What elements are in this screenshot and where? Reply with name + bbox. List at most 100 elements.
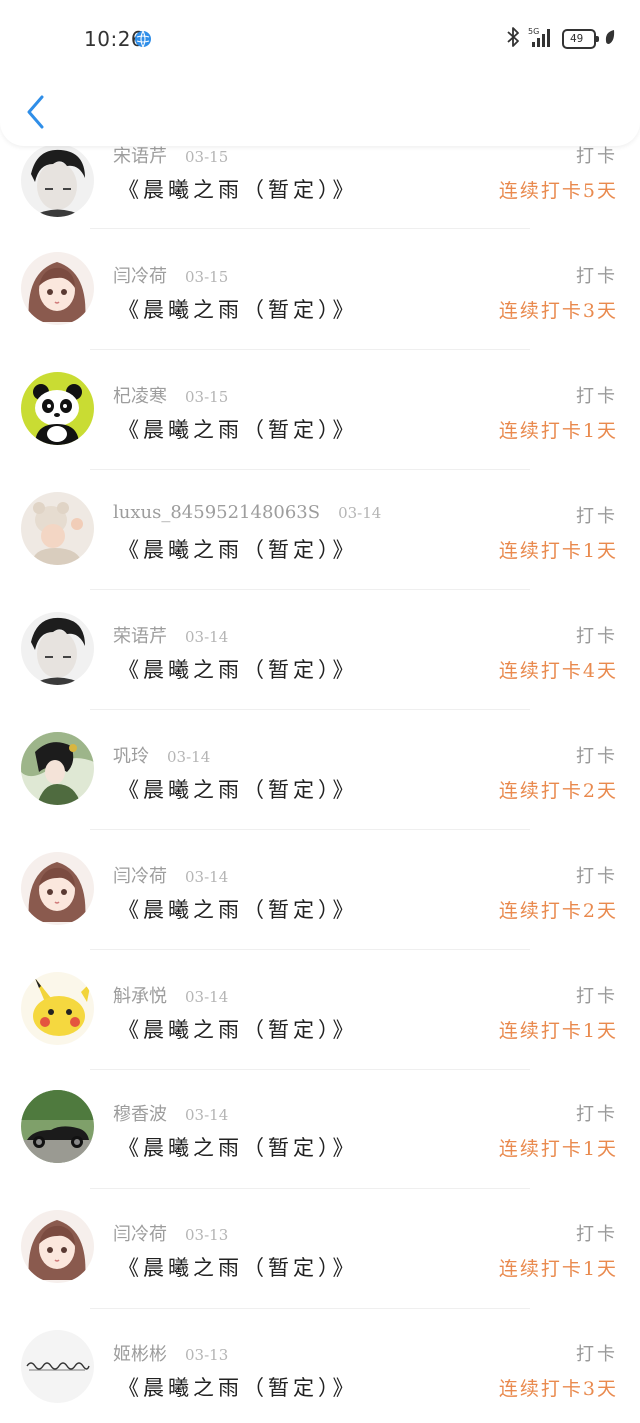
checkin-date: 03-14 [185,628,229,646]
divider [90,1308,530,1309]
list-item[interactable]: 斛承悦 03-14 《晨曦之雨（暂定）》 打卡 连续打卡1天 [0,952,640,1072]
list-item[interactable]: 荣语芹 03-14 《晨曦之雨（暂定）》 打卡 连续打卡4天 [0,592,640,712]
divider [90,1188,530,1189]
screen: 宋语芹 03-15 《晨曦之雨（暂定）》 打卡 连续打卡5天 闫冷荷 03-15… [0,0,640,1423]
divider [90,589,530,590]
username[interactable]: 姬彬彬 [113,1340,167,1366]
checkin-label: 打卡 [576,506,618,527]
avatar[interactable] [21,252,94,325]
network-label: 5G [528,27,539,36]
list-item[interactable]: 闫冷荷 03-14 《晨曦之雨（暂定）》 打卡 连续打卡2天 [0,832,640,952]
book-title[interactable]: 《晨曦之雨（暂定）》 [118,654,358,684]
list-item[interactable]: 姬彬彬 03-13 《晨曦之雨（暂定）》 打卡 连续打卡3天 [0,1312,640,1423]
book-title[interactable]: 《晨曦之雨（暂定）》 [118,1132,358,1162]
divider [90,949,530,950]
book-title[interactable]: 《晨曦之雨（暂定）》 [118,1372,358,1402]
username[interactable]: 杞凌寒 [113,382,167,408]
item-meta: 杞凌寒 03-15 [113,382,228,408]
book-title[interactable]: 《晨曦之雨（暂定）》 [118,774,358,804]
checkin-date: 03-15 [185,268,229,286]
checkin-date: 03-14 [185,988,229,1006]
divider [90,709,530,710]
item-meta: luxus_845952148063S 03-14 [113,502,381,523]
book-title[interactable]: 《晨曦之雨（暂定）》 [118,1014,358,1044]
book-title[interactable]: 《晨曦之雨（暂定）》 [118,534,358,564]
streak-text: 连续打卡3天 [498,1378,618,1400]
item-meta: 闫冷荷 03-14 [113,862,228,888]
checkin-date: 03-14 [185,1106,229,1124]
book-title[interactable]: 《晨曦之雨（暂定）》 [118,414,358,444]
avatar[interactable] [21,852,94,925]
checkin-date: 03-14 [185,868,229,886]
checkin-date: 03-15 [185,148,229,166]
checkin-date: 03-14 [338,504,382,522]
username[interactable]: 闫冷荷 [113,1220,167,1246]
list-item[interactable]: 巩玲 03-14 《晨曦之雨（暂定）》 打卡 连续打卡2天 [0,712,640,832]
leaf-icon [604,29,616,49]
username[interactable]: 闫冷荷 [113,262,167,288]
checkin-date: 03-15 [185,388,229,406]
avatar[interactable] [21,492,94,565]
list-item[interactable]: luxus_845952148063S 03-14 《晨曦之雨（暂定）》 打卡 … [0,472,640,592]
list-item[interactable]: 穆香波 03-14 《晨曦之雨（暂定）》 打卡 连续打卡1天 [0,1072,640,1192]
book-title[interactable]: 《晨曦之雨（暂定）》 [118,894,358,924]
status-bar: 10:26 5G 49 [0,0,640,78]
checkin-label: 打卡 [576,746,618,767]
checkin-date: 03-14 [167,748,211,766]
book-title[interactable]: 《晨曦之雨（暂定）》 [118,1252,358,1282]
streak-text: 连续打卡1天 [498,420,618,442]
list-item[interactable]: 闫冷荷 03-15 《晨曦之雨（暂定）》 打卡 连续打卡3天 [0,232,640,352]
avatar[interactable] [21,1090,94,1163]
streak-text: 连续打卡3天 [498,300,618,322]
item-meta: 闫冷荷 03-15 [113,262,228,288]
divider [90,1069,530,1070]
checkin-date: 03-13 [185,1226,229,1244]
checkin-label: 打卡 [576,1344,618,1365]
divider [90,349,530,350]
avatar[interactable] [21,732,94,805]
checkin-label: 打卡 [576,1224,618,1245]
streak-text: 连续打卡1天 [498,1020,618,1042]
username[interactable]: luxus_845952148063S [113,502,320,523]
avatar[interactable] [21,972,94,1045]
avatar[interactable] [21,612,94,685]
streak-text: 连续打卡1天 [498,1138,618,1160]
streak-text: 连续打卡2天 [498,900,618,922]
divider [90,228,530,229]
signal-icon: 5G [528,26,554,52]
avatar[interactable] [21,372,94,445]
avatar[interactable] [21,144,94,217]
username[interactable]: 斛承悦 [113,982,167,1008]
checkin-date: 03-13 [185,1346,229,1364]
bluetooth-icon [506,26,520,52]
checkin-label: 打卡 [576,626,618,647]
item-meta: 荣语芹 03-14 [113,622,228,648]
chevron-left-icon [27,95,44,129]
username[interactable]: 闫冷荷 [113,862,167,888]
streak-text: 连续打卡1天 [498,1258,618,1280]
checkin-label: 打卡 [576,866,618,887]
book-title[interactable]: 《晨曦之雨（暂定）》 [118,294,358,324]
checkin-label: 打卡 [576,266,618,287]
item-meta: 斛承悦 03-14 [113,982,228,1008]
checkin-label: 打卡 [576,1104,618,1125]
divider [90,829,530,830]
username[interactable]: 穆香波 [113,1100,167,1126]
globe-icon [134,30,152,48]
username[interactable]: 荣语芹 [113,622,167,648]
item-meta: 闫冷荷 03-13 [113,1220,228,1246]
avatar[interactable] [21,1330,94,1403]
book-title[interactable]: 《晨曦之雨（暂定）》 [118,174,358,204]
checkin-label: 打卡 [576,386,618,407]
streak-text: 连续打卡1天 [498,540,618,562]
streak-text: 连续打卡5天 [498,180,618,202]
back-button[interactable] [20,92,52,132]
streak-text: 连续打卡4天 [498,660,618,682]
checkin-label: 打卡 [576,986,618,1007]
list-item[interactable]: 杞凌寒 03-15 《晨曦之雨（暂定）》 打卡 连续打卡1天 [0,352,640,472]
divider [90,469,530,470]
username[interactable]: 巩玲 [113,742,149,768]
avatar[interactable] [21,1210,94,1283]
list-item[interactable]: 闫冷荷 03-13 《晨曦之雨（暂定）》 打卡 连续打卡1天 [0,1192,640,1312]
item-meta: 姬彬彬 03-13 [113,1340,228,1366]
